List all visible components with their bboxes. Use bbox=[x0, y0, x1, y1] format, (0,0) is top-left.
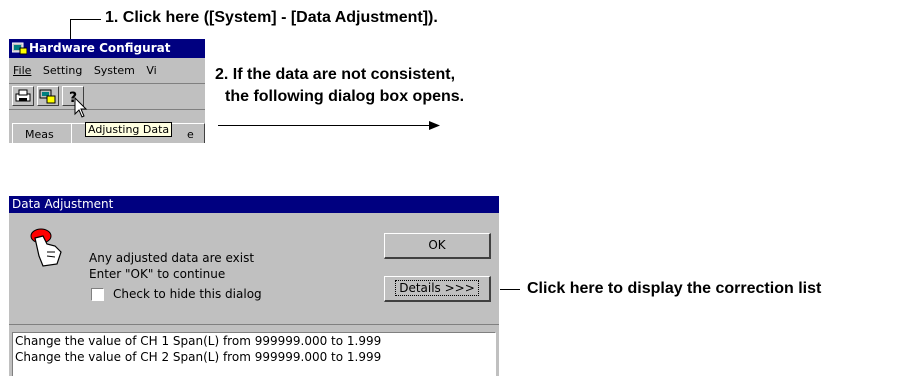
dialog-titlebar: Data Adjustment bbox=[9, 196, 499, 213]
hw-window-title: Hardware Configurat bbox=[29, 41, 171, 55]
tab-meas-label: Meas bbox=[25, 128, 54, 141]
hw-menubar: File Setting System Vi bbox=[13, 64, 165, 77]
arrow-head-icon bbox=[429, 121, 440, 130]
hide-dialog-checkbox[interactable] bbox=[91, 288, 104, 301]
printer-icon bbox=[15, 89, 31, 102]
menu-system[interactable]: System bbox=[94, 64, 135, 77]
leader-line-details bbox=[500, 289, 520, 290]
adjust-data-button[interactable] bbox=[37, 86, 59, 106]
mouse-cursor-icon bbox=[74, 97, 88, 118]
details-button-label: Details >>> bbox=[395, 280, 479, 296]
callout-step2-line2: the following dialog box opens. bbox=[225, 88, 465, 105]
ok-button[interactable]: OK bbox=[384, 233, 491, 259]
dialog-separator bbox=[9, 324, 499, 325]
pointing-hand-icon bbox=[30, 228, 62, 267]
leader-line-step1-h bbox=[70, 19, 101, 20]
details-button[interactable]: Details >>> bbox=[384, 276, 491, 302]
dialog-title: Data Adjustment bbox=[12, 197, 114, 211]
correction-list[interactable]: Change the value of CH 1 Span(L) from 99… bbox=[12, 332, 496, 376]
menu-setting[interactable]: Setting bbox=[43, 64, 82, 77]
callout-step1: 1. Click here ([System] - [Data Adjustme… bbox=[105, 9, 438, 26]
list-item[interactable]: Change the value of CH 2 Span(L) from 99… bbox=[15, 350, 381, 364]
toolbar-divider bbox=[9, 109, 205, 110]
adjust-data-icon bbox=[39, 89, 56, 104]
hardware-config-window: Hardware Configurat File Setting System … bbox=[9, 39, 205, 143]
dialog-message-line1: Any adjusted data are exist bbox=[89, 251, 255, 265]
print-button[interactable] bbox=[12, 86, 34, 106]
menu-divider bbox=[9, 83, 205, 84]
leader-arrow-line bbox=[218, 125, 433, 126]
tab-meas[interactable]: Meas bbox=[12, 123, 72, 143]
hw-titlebar: Hardware Configurat bbox=[9, 39, 205, 58]
menu-view[interactable]: Vi bbox=[146, 64, 156, 77]
callout-details: Click here to display the correction lis… bbox=[527, 280, 822, 297]
data-adjustment-dialog: Data Adjustment Any adjusted data are ex… bbox=[9, 196, 499, 376]
ok-button-label: OK bbox=[428, 238, 446, 252]
menu-file[interactable]: File bbox=[13, 64, 31, 77]
tab-next-label: e bbox=[187, 128, 194, 141]
list-item[interactable]: Change the value of CH 1 Span(L) from 99… bbox=[15, 334, 381, 348]
app-icon bbox=[11, 41, 28, 55]
callout-step2-line1: 2. If the data are not consistent, bbox=[215, 66, 456, 83]
dialog-message-line2: Enter "OK" to continue bbox=[89, 267, 226, 281]
hide-dialog-checkbox-label: Check to hide this dialog bbox=[113, 287, 262, 301]
adjusting-data-tooltip: Adjusting Data bbox=[85, 122, 173, 137]
